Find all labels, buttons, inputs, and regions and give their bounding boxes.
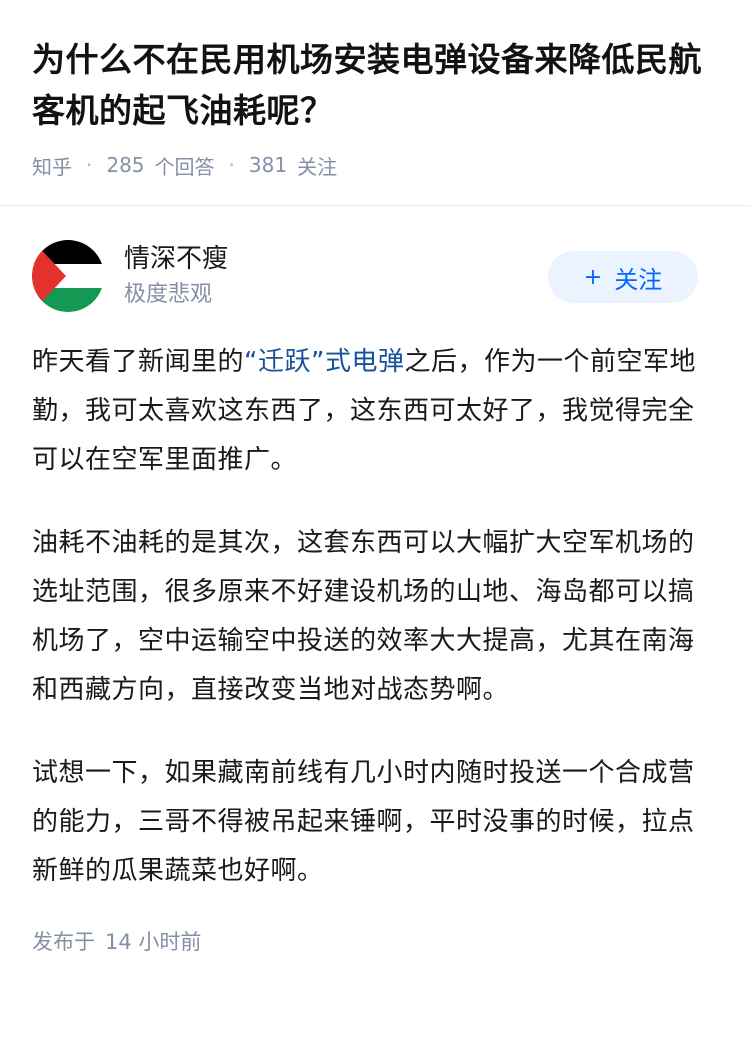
follow-button-label: 关注: [614, 265, 663, 294]
follow-count: 381: [248, 153, 288, 177]
answer-paragraph: 试想一下，如果藏南前线有几小时内随时投送一个合成营的能力，三哥不得被吊起来锤啊，…: [32, 758, 695, 886]
answer-count-label[interactable]: 个回答: [155, 151, 215, 180]
answer-paragraph: 油耗不油耗的是其次，这套东西可以大幅扩大空军机场的选址范围，很多原来不好建设机场…: [32, 528, 695, 705]
meta-separator: ·: [228, 153, 235, 177]
meta-separator: ·: [86, 153, 93, 177]
author-name[interactable]: 情深不瘦: [124, 241, 548, 277]
publish-label: 发布于: [32, 930, 95, 954]
author-row: 情深不瘦 极度悲观 + 关注: [0, 206, 750, 312]
answer-content: 昨天看了新闻里的“迁跃”式电弹之后，作为一个前空军地勤，我可太喜欢这东西了，这东…: [0, 312, 750, 896]
question-title[interactable]: 为什么不在民用机场安装电弹设备来降低民航客机的起飞油耗呢？: [32, 34, 718, 136]
avatar[interactable]: [32, 240, 104, 312]
answer-paragraph: 昨天看了新闻里的“迁跃”式电弹之后，作为一个前空军地勤，我可太喜欢这东西了，这东…: [32, 338, 718, 485]
palestine-flag-icon: [32, 240, 104, 312]
author-info: 情深不瘦 极度悲观: [124, 241, 548, 311]
question-meta: 知乎 · 285 个回答 · 381 关注: [32, 150, 718, 180]
answer-count: 285: [106, 153, 145, 177]
plus-icon: +: [583, 264, 603, 290]
question-header: 为什么不在民用机场安装电弹设备来降低民航客机的起飞油耗呢？ 知乎 · 285 个…: [0, 0, 750, 180]
search-link[interactable]: “迁跃”式电弹: [244, 347, 404, 377]
follow-button[interactable]: + 关注: [548, 251, 698, 303]
publish-time-value: 14 小时前: [105, 930, 202, 954]
follow-count-label: 关注: [297, 154, 338, 179]
source-label[interactable]: 知乎: [32, 151, 72, 180]
author-bio: 极度悲观: [124, 282, 213, 307]
publish-time: 发布于 14 小时前: [0, 926, 750, 956]
paragraph-text: 昨天看了新闻里的: [32, 347, 245, 377]
